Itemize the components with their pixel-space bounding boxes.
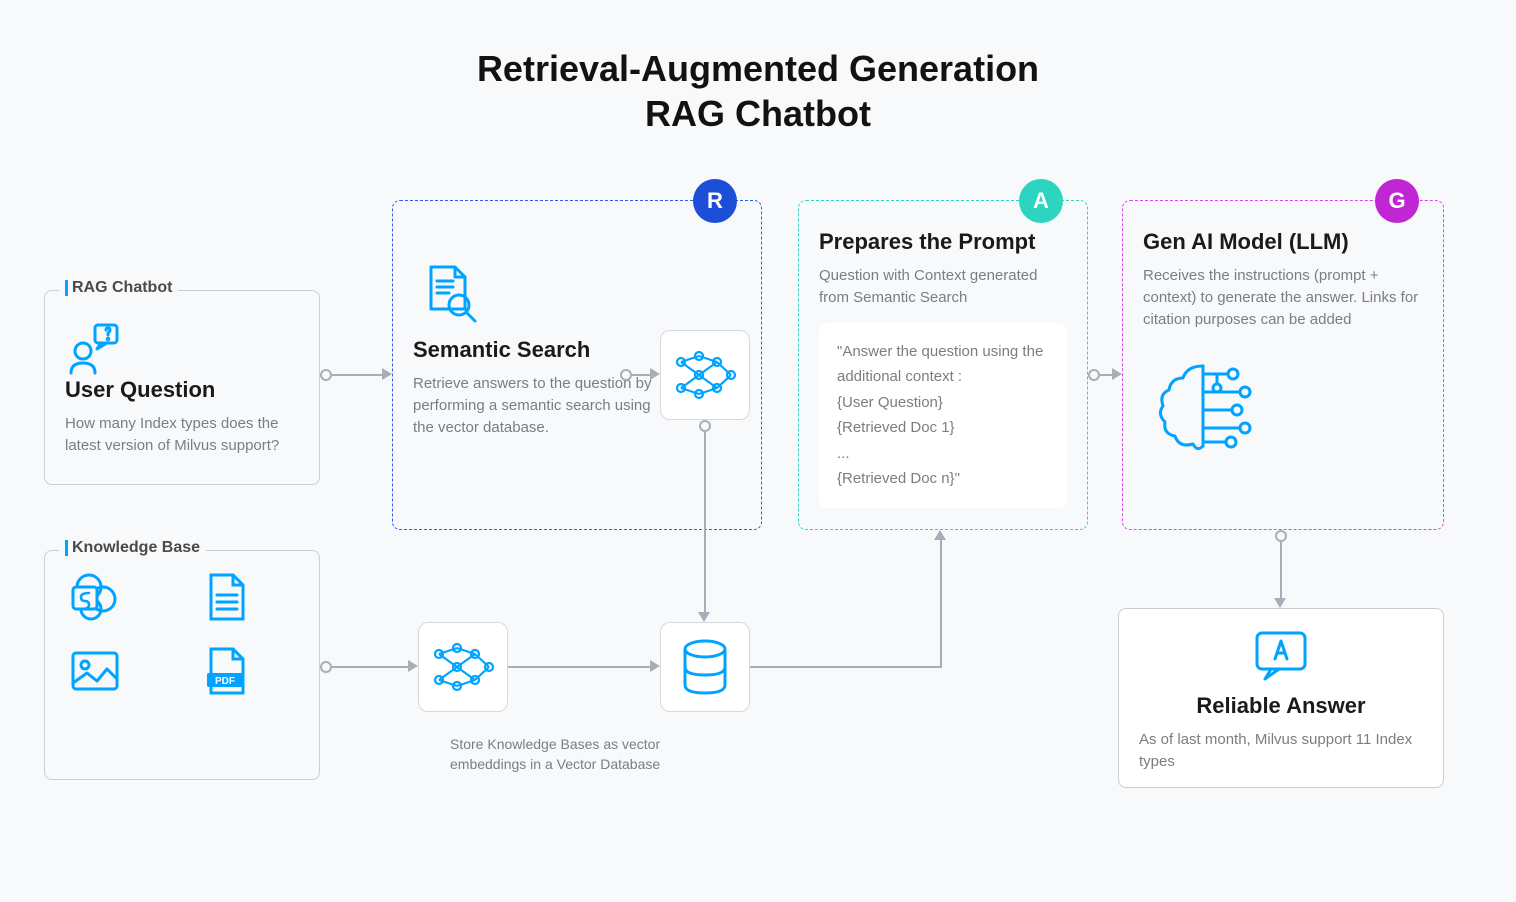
connector-dot [699, 420, 711, 432]
connector-dot [620, 369, 632, 381]
augment-title: Prepares the Prompt [819, 229, 1067, 255]
document-lines-icon [197, 569, 253, 625]
augment-box: A Prepares the Prompt Question with Cont… [798, 200, 1088, 530]
prompt-line-2: {User Question} [837, 390, 1049, 416]
generate-badge: G [1375, 179, 1419, 223]
user-question-icon [65, 317, 125, 377]
title-line-2: RAG Chatbot [645, 93, 871, 134]
neural-network-icon [431, 640, 495, 694]
connector-line [332, 666, 408, 668]
database-icon [677, 637, 733, 697]
neural-network-icon [673, 348, 737, 402]
prompt-line-1: "Answer the question using the additiona… [837, 339, 1049, 390]
search-document-icon [413, 259, 483, 329]
connector-line [1100, 374, 1112, 376]
neural-net-tile-embed [418, 622, 508, 712]
image-icon [67, 643, 123, 699]
kb-label: Knowledge Base [59, 539, 206, 557]
svg-text:PDF: PDF [215, 676, 235, 687]
connector-line [750, 666, 942, 668]
answer-title: Reliable Answer [1139, 693, 1423, 719]
augment-badge: A [1019, 179, 1063, 223]
user-question-box: RAG Chatbot User Question How many Index… [44, 290, 320, 485]
pdf-icon: PDF [197, 643, 253, 699]
knowledge-base-box: Knowledge Base PDF [44, 550, 320, 780]
diagram-title: Retrieval-Augmented Generation RAG Chatb… [0, 46, 1516, 136]
user-box-label: RAG Chatbot [59, 279, 178, 297]
answer-box: Reliable Answer As of last month, Milvus… [1118, 608, 1444, 788]
answer-desc: As of last month, Milvus support 11 Inde… [1139, 729, 1423, 773]
generate-title: Gen AI Model (LLM) [1143, 229, 1423, 255]
arrow-icon [650, 660, 660, 672]
prompt-line-3: {Retrieved Doc 1} [837, 415, 1049, 441]
embed-desc: Store Knowledge Bases as vector embeddin… [450, 734, 690, 775]
arrow-icon [1274, 598, 1286, 608]
connector-line [704, 432, 706, 612]
connector-line [940, 540, 942, 668]
connector-dot [1088, 369, 1100, 381]
user-box-label-text: RAG Chatbot [72, 279, 172, 297]
title-line-1: Retrieval-Augmented Generation [477, 48, 1039, 89]
connector-line [1280, 542, 1282, 598]
kb-label-text: Knowledge Base [72, 539, 200, 557]
retrieval-desc: Retrieve answers to the question by perf… [413, 373, 673, 438]
connector-line [632, 374, 650, 376]
connector-dot [320, 369, 332, 381]
brain-chip-icon [1143, 354, 1263, 464]
generate-box: G Gen AI Model (LLM) Receives the instru… [1122, 200, 1444, 530]
prompt-line-4: ... [837, 441, 1049, 467]
arrow-icon [382, 368, 392, 380]
generate-desc: Receives the instructions (prompt + cont… [1143, 265, 1423, 330]
arrow-icon [650, 368, 660, 380]
retrieval-badge: R [693, 179, 737, 223]
arrow-icon [934, 530, 946, 540]
user-question-desc: How many Index types does the latest ver… [65, 413, 299, 457]
connector-line [332, 374, 382, 376]
connector-dot [1275, 530, 1287, 542]
arrow-icon [1112, 368, 1122, 380]
neural-net-tile-retrieval [660, 330, 750, 420]
database-tile [660, 622, 750, 712]
connector-line [508, 666, 650, 668]
sharepoint-icon [67, 569, 123, 625]
connector-dot [320, 661, 332, 673]
answer-bubble-icon [1249, 627, 1313, 685]
user-question-title: User Question [65, 377, 299, 403]
prompt-line-5: {Retrieved Doc n}" [837, 466, 1049, 492]
prompt-card: "Answer the question using the additiona… [819, 323, 1067, 508]
arrow-icon [698, 612, 710, 622]
arrow-icon [408, 660, 418, 672]
augment-desc: Question with Context generated from Sem… [819, 265, 1067, 309]
